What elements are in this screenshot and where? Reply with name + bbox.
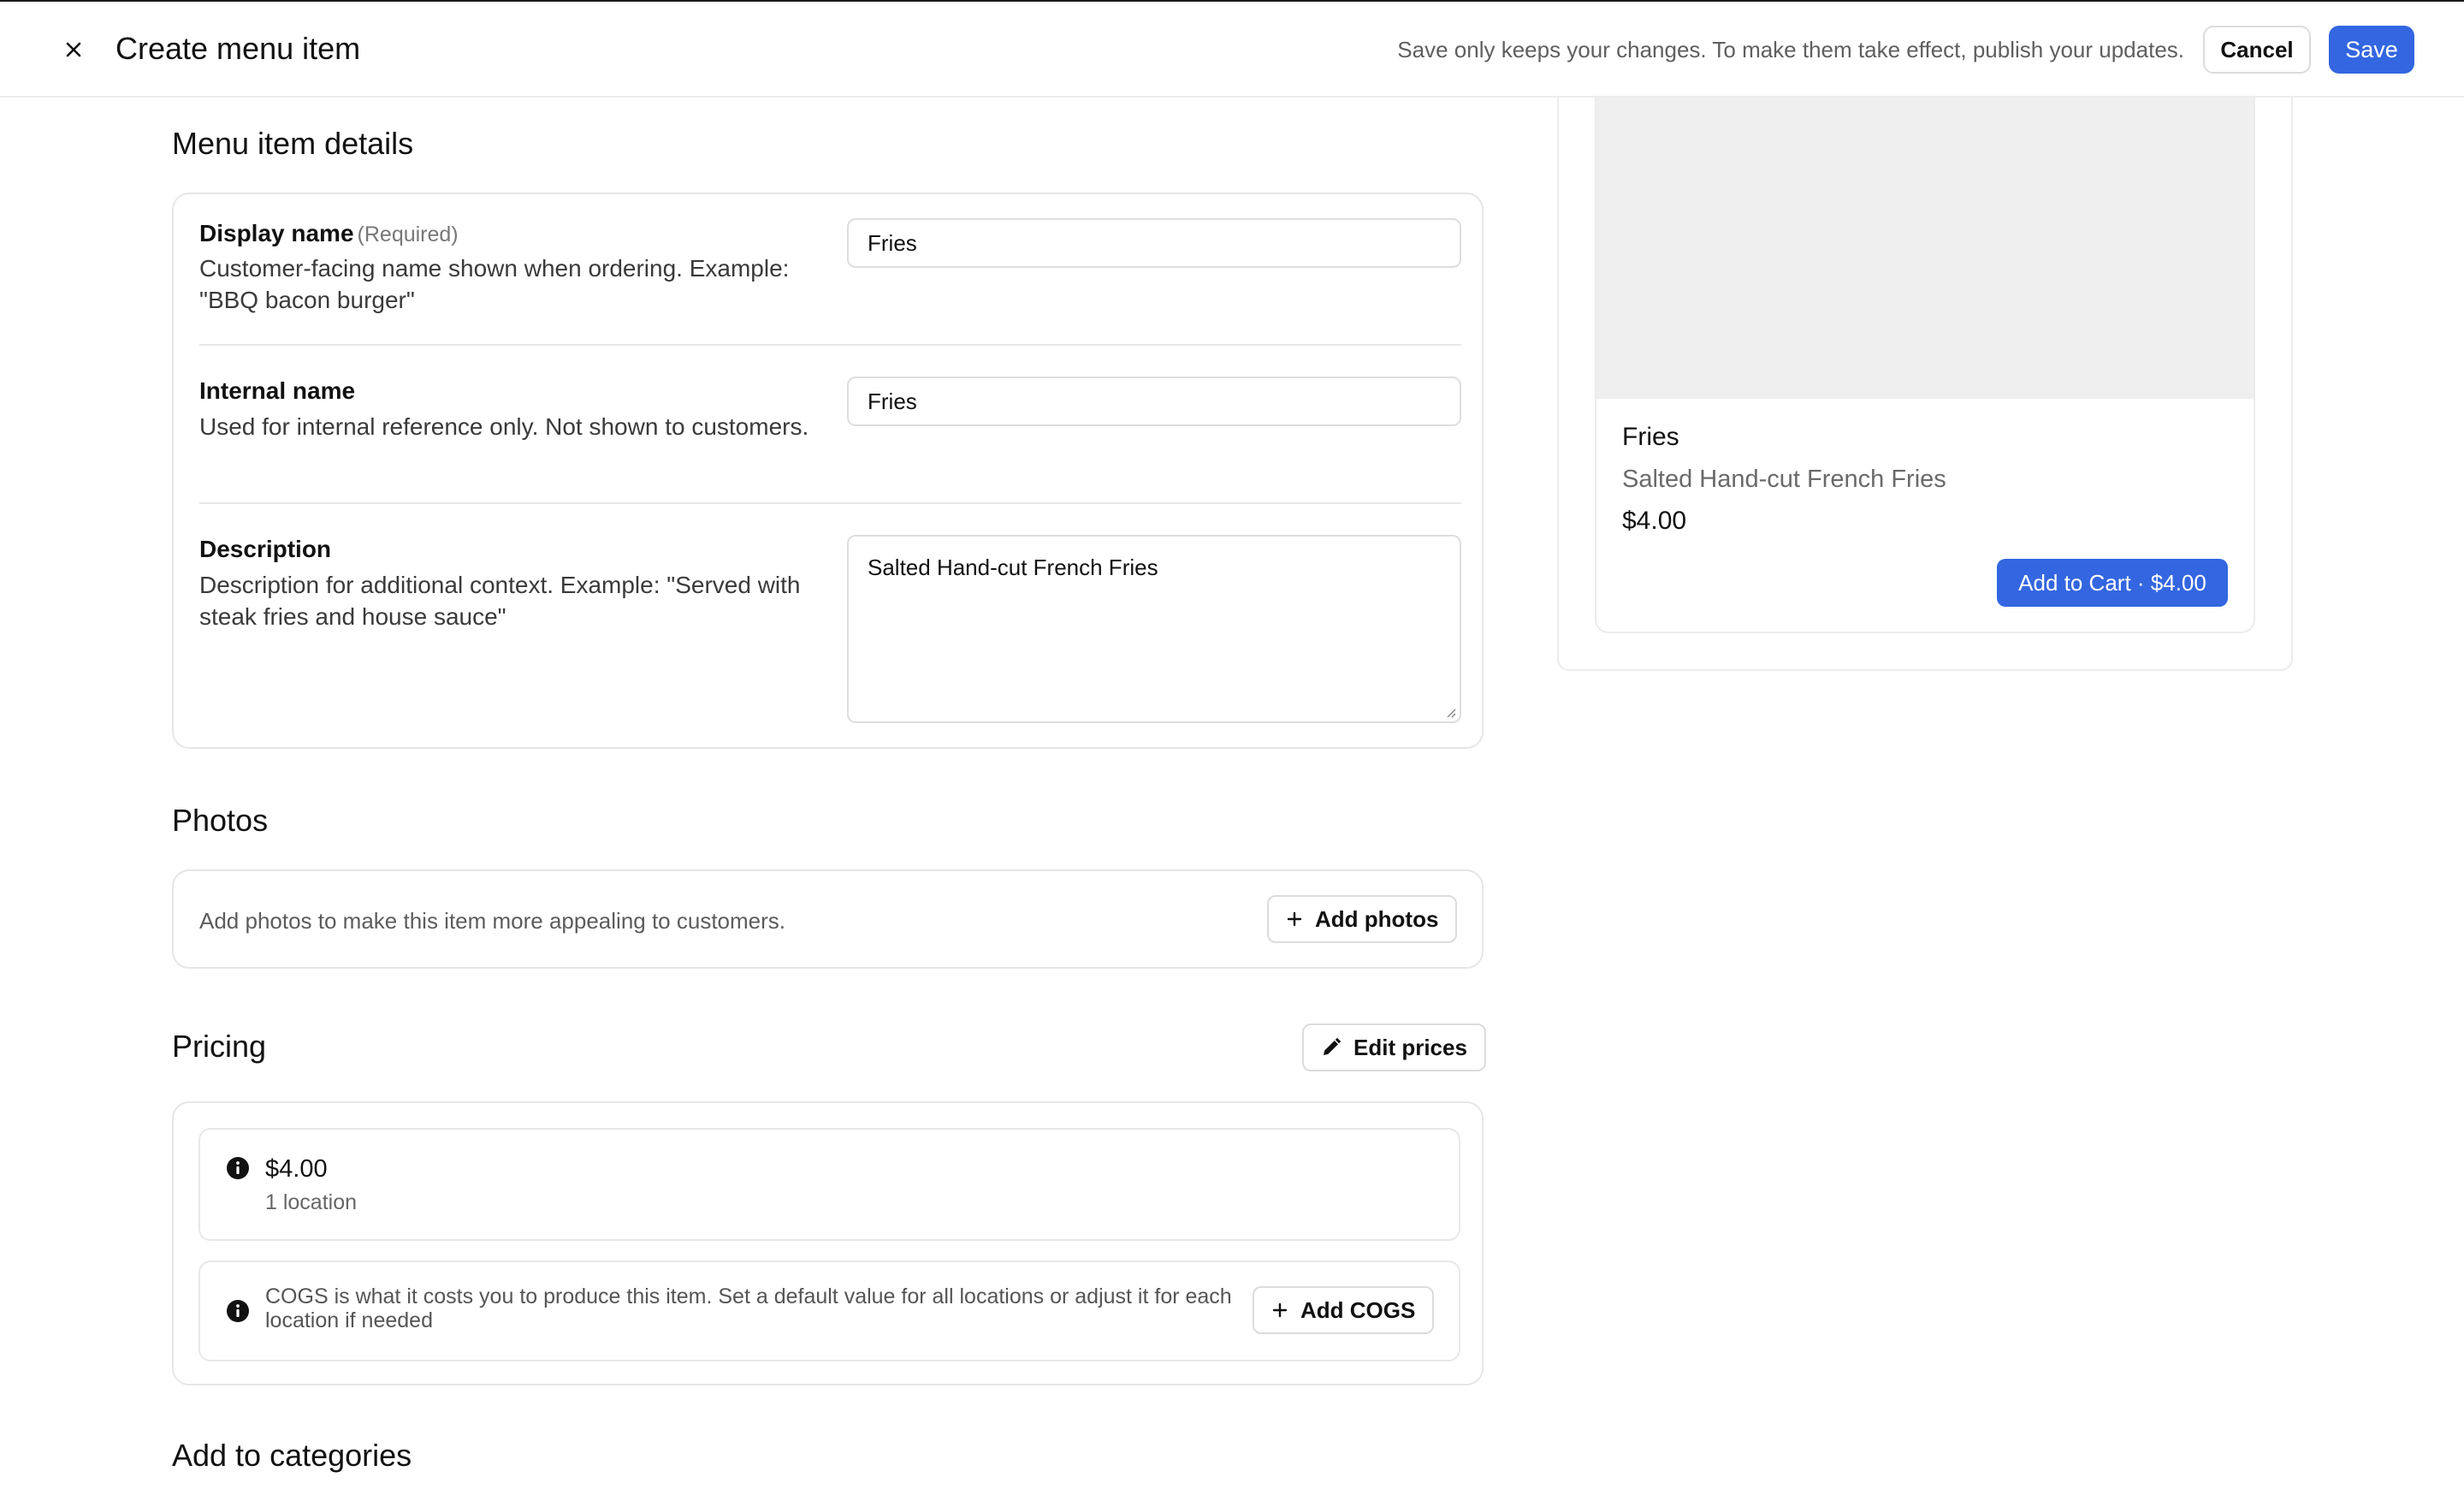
photos-help-text: Add photos to make this item more appeal… [199,908,786,934]
edit-prices-button[interactable]: Edit prices [1302,1023,1486,1071]
details-card: Display name (Required) Customer-facing n… [172,193,1484,749]
save-note: Save only keeps your changes. To make th… [1397,37,2184,62]
pricing-card: $4.00 1 location COGS is what it costs y… [172,1101,1484,1385]
display-name-label: Display name (Required) [199,217,459,251]
section-title-pricing: Pricing [172,1029,267,1064]
display-name-help: Customer-facing name shown when ordering… [199,255,790,313]
add-cogs-label: Add COGS [1300,1296,1416,1323]
plus-icon [1287,911,1302,927]
pencil-icon [1324,1037,1342,1055]
preview-add-to-cart-button[interactable]: Add to Cart · $4.00 [1997,559,2228,607]
section-title-categories: Add to categories [172,1438,412,1473]
display-name-label-text: Display name [199,220,354,246]
preview-item-name: Fries [1622,423,1679,451]
plus-icon [1272,1302,1288,1318]
section-title-details: Menu item details [172,126,414,161]
resize-grip-icon[interactable] [1444,706,1456,718]
info-icon [227,1300,249,1322]
internal-name-label: Internal name [199,377,356,404]
required-tag: (Required) [357,222,459,246]
preview-item-price: $4.00 [1622,507,1687,535]
close-button[interactable] [56,33,91,67]
info-icon [227,1157,249,1179]
cogs-row: COGS is what it costs you to produce thi… [198,1261,1460,1362]
photos-card: Add photos to make this item more appeal… [172,869,1484,969]
add-cogs-button[interactable]: Add COGS [1253,1286,1435,1334]
save-button[interactable]: Save [2329,26,2414,74]
description-textarea[interactable]: Salted Hand-cut French Fries [847,535,1461,723]
preview-image-placeholder [1596,96,2254,399]
page-title: Create menu item [116,31,361,66]
description-help: Description for additional context. Exam… [199,572,801,630]
description-value: Salted Hand-cut French Fries [868,555,1158,580]
top-bar: Create menu item Save only keeps your ch… [0,2,2464,98]
description-label: Description [199,536,332,562]
price-row[interactable]: $4.00 1 location [198,1128,1460,1241]
section-title-photos: Photos [172,803,269,838]
field-divider [199,344,1461,346]
add-photos-label: Add photos [1315,905,1439,932]
cogs-help-text: COGS is what it costs you to produce thi… [265,1284,1232,1332]
price-location-count: 1 location [265,1190,358,1214]
cancel-button[interactable]: Cancel [2203,26,2311,74]
add-photos-button[interactable]: Add photos [1267,895,1458,943]
price-value: $4.00 [265,1155,328,1183]
field-divider [199,502,1461,504]
preview-card: Fries Salted Hand-cut French Fries $4.00… [1595,96,2255,633]
internal-name-help: Used for internal reference only. Not sh… [199,413,809,440]
close-icon [66,42,81,57]
internal-name-input[interactable]: Fries [847,377,1461,426]
preview-item-description: Salted Hand-cut French Fries [1622,466,1946,493]
edit-prices-label: Edit prices [1353,1034,1467,1060]
display-name-input[interactable]: Fries [847,218,1461,268]
